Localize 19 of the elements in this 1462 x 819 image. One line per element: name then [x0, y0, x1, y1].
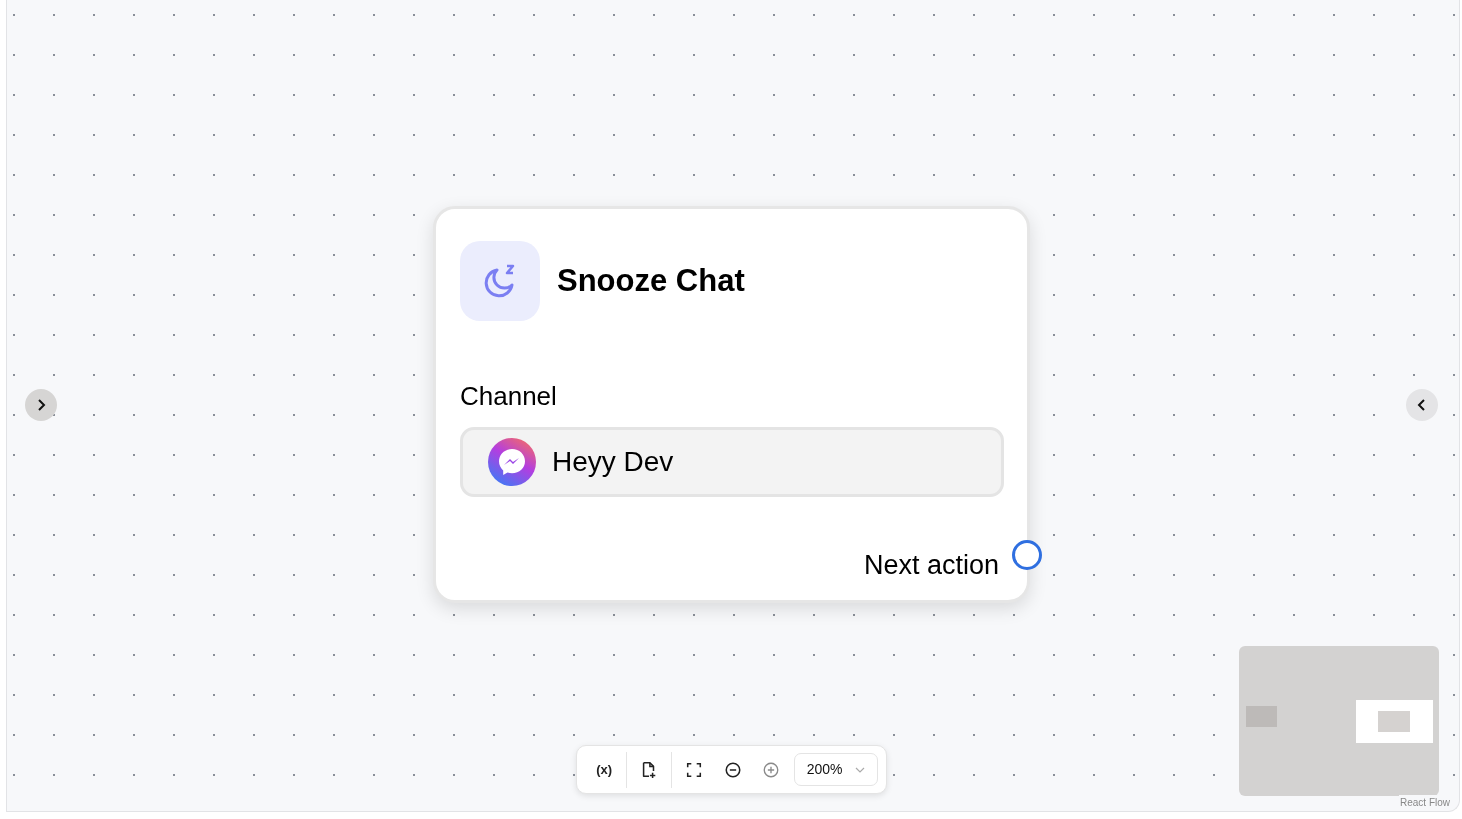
channel-name: Heyy Dev — [552, 445, 674, 479]
zoom-in-icon — [761, 760, 780, 779]
channel-select[interactable]: Heyy Dev — [460, 427, 1004, 497]
flow-node[interactable]: Snooze Chat Channel Heyy Dev Next action — [433, 206, 1030, 603]
messenger-icon — [488, 438, 536, 486]
minimap-node — [1246, 706, 1277, 727]
zoom-out-icon — [723, 760, 742, 779]
variables-button[interactable]: (x) — [585, 749, 624, 790]
snooze-icon — [460, 241, 540, 321]
expand-left-button[interactable] — [25, 389, 57, 421]
output-handle[interactable] — [1012, 540, 1042, 570]
output-label: Next action — [863, 549, 999, 582]
fit-view-icon — [685, 760, 704, 779]
node-title: Snooze Chat — [557, 261, 745, 300]
minimap-node — [1378, 711, 1410, 732]
zoom-select[interactable]: 200% — [793, 753, 878, 786]
chevron-down-icon — [855, 766, 865, 773]
field-label: Channel — [460, 380, 558, 413]
expand-right-button[interactable] — [1406, 389, 1438, 421]
